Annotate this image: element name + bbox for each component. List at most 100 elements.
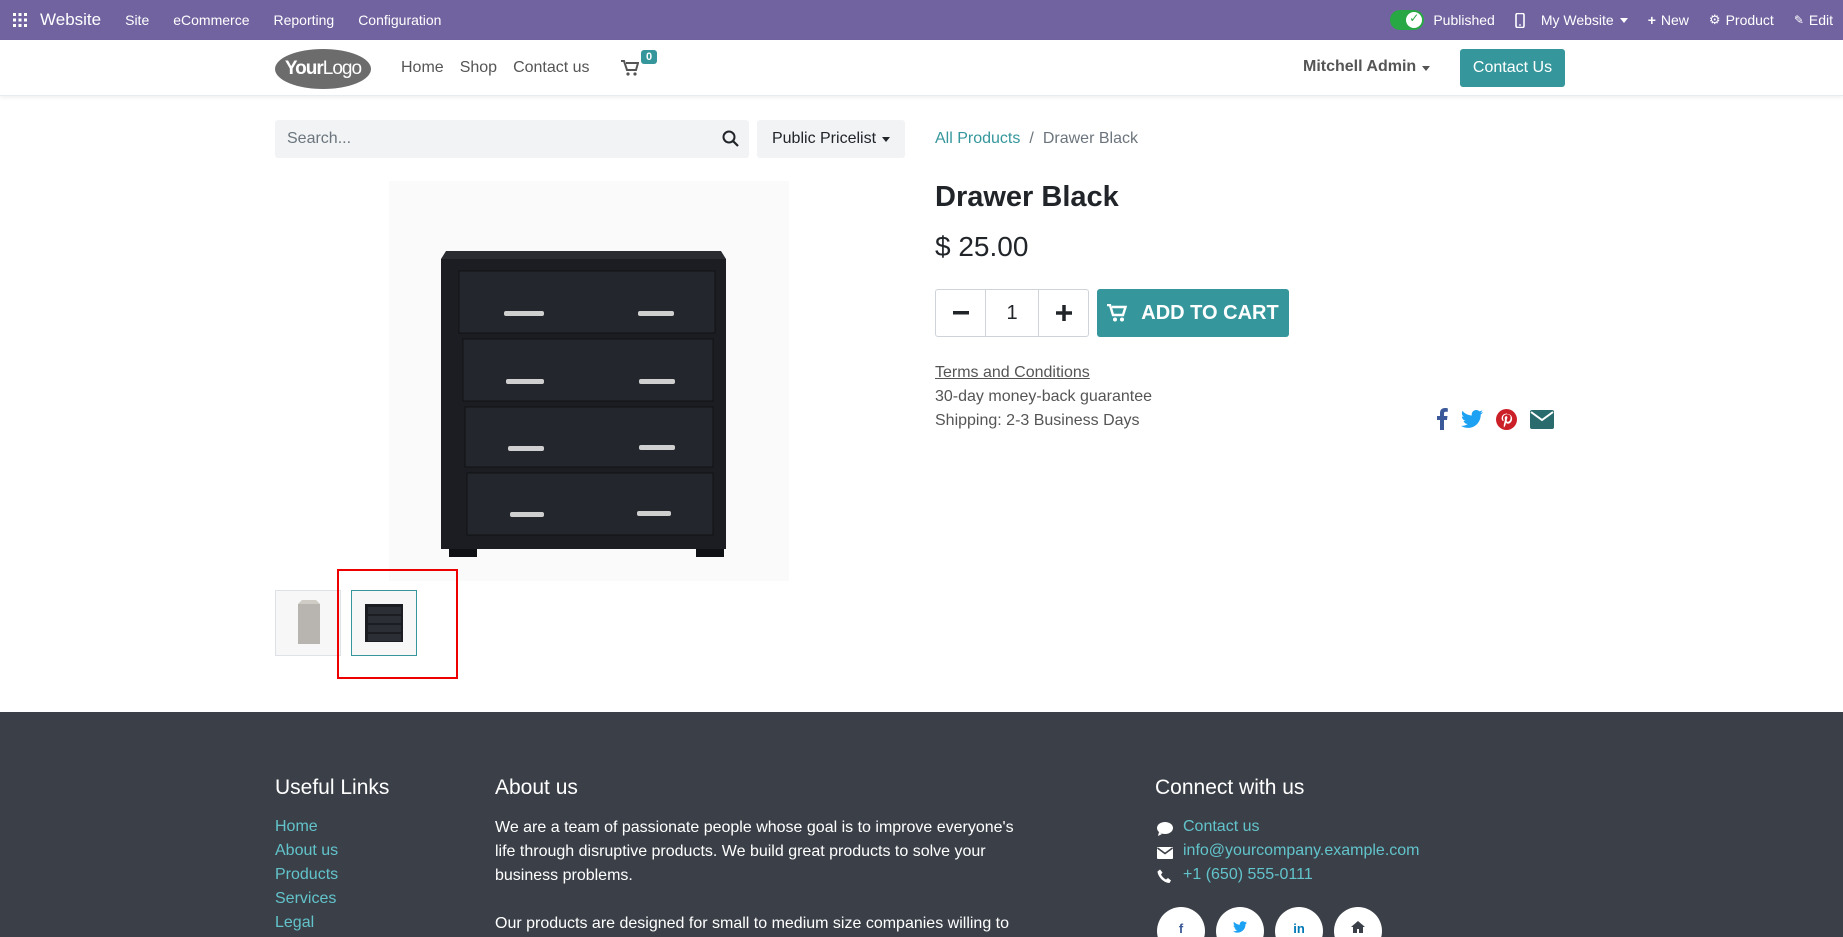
user-menu[interactable]: Mitchell Admin bbox=[1303, 58, 1431, 76]
mobile-preview-button[interactable] bbox=[1515, 12, 1525, 28]
social-home[interactable] bbox=[1334, 907, 1382, 937]
gear-icon: ⚙ bbox=[1708, 12, 1721, 27]
product-main-image[interactable] bbox=[389, 181, 789, 581]
edit-button[interactable]: ✎ Edit bbox=[1794, 12, 1833, 28]
nav-contact[interactable]: Contact us bbox=[513, 59, 589, 77]
chevron-down-icon bbox=[1619, 17, 1628, 23]
product-title: Drawer Black bbox=[935, 181, 1119, 213]
edit-label: Edit bbox=[1808, 12, 1833, 28]
menu-configuration[interactable]: Configuration bbox=[358, 12, 441, 28]
footer-email-link[interactable]: info@yourcompany.example.com bbox=[1183, 842, 1420, 860]
increase-quantity-button[interactable] bbox=[1039, 290, 1088, 336]
plus-icon: + bbox=[1647, 12, 1656, 28]
breadcrumb-separator: / bbox=[1029, 130, 1034, 147]
new-button[interactable]: + New bbox=[1648, 12, 1689, 28]
website-switcher[interactable]: My Website bbox=[1541, 12, 1628, 28]
comment-icon bbox=[1157, 822, 1173, 841]
about-text-line-3: business problems. bbox=[495, 867, 633, 884]
breadcrumb-current: Drawer Black bbox=[1042, 130, 1138, 147]
search-icon bbox=[722, 130, 739, 147]
share-buttons bbox=[1436, 408, 1567, 430]
menu-ecommerce[interactable]: eCommerce bbox=[173, 12, 249, 28]
social-facebook[interactable]: f bbox=[1157, 907, 1205, 937]
add-to-cart-label: ADD TO CART bbox=[1141, 301, 1279, 324]
chevron-down-icon bbox=[882, 136, 891, 142]
search-button[interactable] bbox=[722, 130, 739, 152]
search-input[interactable] bbox=[275, 120, 695, 158]
logo-text-b: Logo bbox=[322, 58, 362, 79]
about-text-line-1: We are a team of passionate people whose… bbox=[495, 819, 1014, 836]
pinterest-icon bbox=[1496, 408, 1517, 430]
about-text-line-2: life through disruptive products. We bui… bbox=[495, 843, 986, 860]
linkedin-icon: in bbox=[1293, 921, 1305, 936]
selection-highlight bbox=[337, 569, 458, 679]
drawer-image bbox=[441, 251, 726, 557]
social-twitter[interactable] bbox=[1216, 907, 1264, 937]
toggle-switch[interactable]: ✓ bbox=[1390, 10, 1425, 30]
apps-icon bbox=[13, 13, 27, 27]
nav-home[interactable]: Home bbox=[401, 59, 444, 77]
breadcrumb-all-products[interactable]: All Products bbox=[935, 130, 1020, 147]
about-heading: About us bbox=[495, 776, 578, 799]
cart-icon bbox=[621, 60, 640, 76]
useful-links-heading: Useful Links bbox=[275, 776, 390, 799]
menu-reporting[interactable]: Reporting bbox=[273, 12, 334, 28]
contact-us-button[interactable]: Contact Us bbox=[1460, 49, 1565, 87]
logo-text-a: Your bbox=[284, 58, 324, 79]
mobile-icon bbox=[1515, 12, 1525, 28]
drawer-grey-thumbnail bbox=[298, 600, 320, 644]
main-nav: Home Shop Contact us bbox=[401, 40, 606, 96]
footer-link-home[interactable]: Home bbox=[275, 818, 318, 836]
about-text-line-4: Our products are designed for small to m… bbox=[495, 915, 1010, 932]
pricelist-dropdown[interactable]: Public Pricelist bbox=[757, 120, 905, 158]
envelope-icon bbox=[1530, 409, 1554, 429]
quantity-input[interactable]: 1 bbox=[985, 290, 1039, 336]
website-switcher-label: My Website bbox=[1540, 12, 1614, 28]
add-to-cart-button[interactable]: ADD TO CART bbox=[1097, 289, 1289, 337]
minus-icon bbox=[952, 311, 969, 315]
site-header: YourLogo Home Shop Contact us 0 Mitchell… bbox=[0, 40, 1843, 96]
user-name: Mitchell Admin bbox=[1303, 58, 1417, 75]
facebook-icon: f bbox=[1178, 921, 1184, 936]
share-email[interactable] bbox=[1530, 409, 1554, 429]
pencil-icon: ✎ bbox=[1793, 13, 1804, 27]
product-button[interactable]: ⚙ Product bbox=[1709, 12, 1774, 28]
footer-link-legal[interactable]: Legal bbox=[275, 914, 314, 932]
site-logo[interactable]: YourLogo bbox=[275, 49, 371, 89]
cart-icon bbox=[1107, 304, 1128, 322]
check-icon: ✓ bbox=[1409, 11, 1420, 25]
apps-menu-button[interactable] bbox=[0, 0, 40, 40]
chevron-down-icon bbox=[1422, 66, 1431, 71]
social-linkedin[interactable]: in bbox=[1275, 907, 1323, 937]
admin-navbar: Website Site eCommerce Reporting Configu… bbox=[0, 0, 1843, 40]
published-label: Published bbox=[1433, 12, 1495, 28]
share-twitter[interactable] bbox=[1461, 410, 1483, 428]
footer-phone-link[interactable]: +1 (650) 555-0111 bbox=[1183, 866, 1313, 884]
product-price: $ 25.00 bbox=[935, 231, 1029, 262]
footer-link-about[interactable]: About us bbox=[275, 842, 338, 860]
phone-icon bbox=[1157, 869, 1172, 889]
nav-shop[interactable]: Shop bbox=[460, 59, 497, 77]
site-footer: Useful Links Home About us Products Serv… bbox=[0, 712, 1843, 937]
quantity-stepper: 1 bbox=[935, 289, 1089, 337]
cart-link[interactable]: 0 bbox=[621, 50, 658, 81]
connect-heading: Connect with us bbox=[1155, 776, 1305, 799]
terms-link[interactable]: Terms and Conditions bbox=[935, 364, 1090, 382]
envelope-icon bbox=[1157, 846, 1173, 864]
product-search bbox=[275, 120, 749, 158]
footer-link-products[interactable]: Products bbox=[275, 866, 338, 884]
guarantee-text: 30-day money-back guarantee bbox=[935, 388, 1153, 405]
breadcrumb: All Products / Drawer Black bbox=[935, 130, 1138, 148]
cart-count-badge: 0 bbox=[641, 50, 658, 64]
app-brand[interactable]: Website bbox=[40, 10, 101, 30]
published-toggle[interactable]: ✓ Published bbox=[1390, 10, 1495, 30]
footer-link-services[interactable]: Services bbox=[275, 890, 336, 908]
footer-contact-link[interactable]: Contact us bbox=[1183, 818, 1259, 836]
product-label: Product bbox=[1725, 12, 1774, 28]
home-icon bbox=[1351, 921, 1365, 933]
decrease-quantity-button[interactable] bbox=[936, 290, 985, 336]
thumbnail-1[interactable] bbox=[275, 590, 341, 656]
menu-site[interactable]: Site bbox=[125, 12, 149, 28]
share-facebook[interactable] bbox=[1436, 408, 1448, 430]
share-pinterest[interactable] bbox=[1496, 408, 1517, 430]
